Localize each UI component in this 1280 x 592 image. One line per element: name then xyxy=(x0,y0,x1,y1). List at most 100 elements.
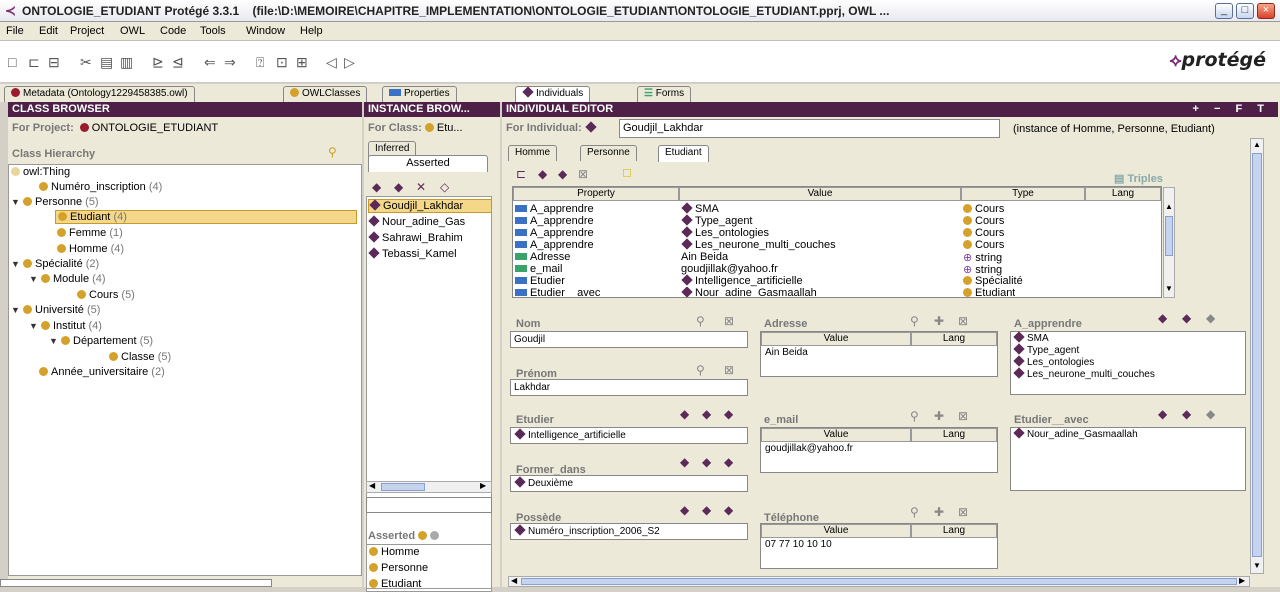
tree-item-selected[interactable]: Etudiant (4) xyxy=(55,210,357,224)
remove-icon[interactable]: ⊠ xyxy=(958,409,968,423)
list-item[interactable]: Nour_adine_Gas xyxy=(368,215,465,228)
tree-item[interactable]: Année_universitaire (2) xyxy=(39,366,165,378)
table-row[interactable]: A_apprendre xyxy=(515,227,594,239)
paste-icon[interactable]: ▥ xyxy=(120,54,133,71)
add-instance-icon[interactable]: ◆ xyxy=(558,167,567,181)
tree-item[interactable]: Cours (5) xyxy=(77,289,135,301)
former-dans-field[interactable]: Deuxième xyxy=(510,475,748,492)
expand-icon[interactable]: ▼ xyxy=(11,259,23,269)
instance-icon[interactable]: ⊞ xyxy=(296,54,308,71)
maximize-button[interactable]: □ xyxy=(1236,3,1254,19)
tree-item[interactable]: ▼ Spécialité (2) xyxy=(11,258,99,270)
tree-item[interactable]: Numéro_inscription (4) xyxy=(39,181,162,193)
type-item[interactable]: Homme xyxy=(369,546,420,558)
remove-instance-icon[interactable]: ◆ xyxy=(724,455,733,469)
copy-icon[interactable]: ▤ xyxy=(100,54,113,71)
tree-item[interactable]: Homme (4) xyxy=(57,243,124,255)
query-icon[interactable]: ⍰ xyxy=(256,54,264,71)
scroll-thumb[interactable] xyxy=(381,483,425,491)
add-type-icon[interactable] xyxy=(418,531,428,540)
expand-icon[interactable]: ▼ xyxy=(29,274,41,284)
create-instance-icon[interactable]: ◆ xyxy=(1158,311,1167,325)
editor-horizontal-scrollbar[interactable]: ◀ ▶ xyxy=(508,576,1250,587)
nom-field[interactable]: Goudjil xyxy=(510,331,748,348)
tree-item[interactable]: ▼ Université (5) xyxy=(11,304,100,316)
table-cell[interactable]: Les_neurone_multi_couches xyxy=(681,238,836,251)
column-header[interactable]: Value xyxy=(761,428,911,442)
editor-header-icons[interactable]: + − F T xyxy=(1193,103,1270,115)
column-header[interactable]: Lang xyxy=(911,428,997,442)
scroll-right-icon[interactable]: ▶ xyxy=(480,481,486,490)
remove-instance-icon[interactable]: ◆ xyxy=(1206,311,1215,325)
menu-file[interactable]: File xyxy=(6,25,24,37)
list-item[interactable]: Sahrawi_Brahim xyxy=(368,231,463,244)
table-row[interactable]: Etudier__avec xyxy=(515,287,600,297)
remove-type-icon[interactable] xyxy=(430,531,440,540)
close-button[interactable]: × xyxy=(1257,3,1275,19)
add-icon[interactable]: ✚ xyxy=(934,314,944,328)
type-item[interactable]: Personne xyxy=(369,562,428,574)
prenom-field[interactable]: Lakhdar xyxy=(510,379,748,396)
table-row[interactable]: A_apprendre xyxy=(515,215,594,227)
instance-search-input[interactable] xyxy=(366,497,492,513)
create-instance-icon[interactable]: ◆ xyxy=(538,167,547,181)
minimize-button[interactable]: _ xyxy=(1215,3,1233,19)
table-cell[interactable]: Les_ontologies xyxy=(681,226,769,239)
menu-tools[interactable]: Tools xyxy=(200,25,226,37)
table-cell[interactable]: goudjillak@yahoo.fr xyxy=(681,263,778,275)
table-cell[interactable]: Nour_adine_Gasmaallah xyxy=(681,287,817,297)
menu-code[interactable]: Code xyxy=(160,25,186,37)
remove-value-icon[interactable]: ⊠ xyxy=(578,167,588,181)
table-cell[interactable]: Ain Beida xyxy=(681,251,728,263)
copy-instance-icon[interactable]: ◆ xyxy=(394,180,403,194)
column-header[interactable]: Lang xyxy=(911,524,997,538)
open-icon[interactable]: ⊏ xyxy=(28,54,40,71)
tab-metadata[interactable]: Metadata (Ontology1229458385.owl) xyxy=(4,86,195,102)
remove-instance-icon[interactable]: ◆ xyxy=(724,503,733,517)
menu-help[interactable]: Help xyxy=(300,25,323,37)
tree-item[interactable]: ▼ Module (4) xyxy=(29,273,106,285)
table-row[interactable]: Adresse xyxy=(515,251,570,263)
triples-scrollbar[interactable]: ▲ ▼ xyxy=(1163,187,1175,298)
table-cell[interactable]: Intelligence_artificielle xyxy=(681,274,803,287)
scroll-thumb[interactable] xyxy=(521,578,1237,585)
create-instance-icon[interactable]: ◆ xyxy=(1158,407,1167,421)
create-instance-icon[interactable]: ◆ xyxy=(680,503,689,517)
note-icon[interactable]: ◻ xyxy=(622,165,632,179)
table-row[interactable]: e_mail xyxy=(515,263,562,275)
cut-icon[interactable]: ✂ xyxy=(80,54,92,71)
redo-icon[interactable]: ⊴ xyxy=(172,54,184,71)
search-icon[interactable]: ⚲ xyxy=(328,145,337,159)
scroll-down-icon[interactable]: ▼ xyxy=(1253,561,1261,570)
tree-item[interactable]: owl:Thing xyxy=(11,166,70,178)
scroll-down-icon[interactable]: ▼ xyxy=(1165,284,1173,293)
list-item-selected[interactable]: Goudjil_Lakhdar xyxy=(368,199,492,213)
remove-icon[interactable]: ⊠ xyxy=(958,505,968,519)
next-icon[interactable]: ▷ xyxy=(344,54,355,71)
list-item[interactable]: Nour_adine_Gasmaallah xyxy=(1013,427,1138,440)
prev-icon[interactable]: ◁ xyxy=(326,54,337,71)
menu-edit[interactable]: Edit xyxy=(39,25,58,37)
tab-owlclasses[interactable]: OWLClasses xyxy=(283,86,368,102)
table-cell[interactable]: Type_agent xyxy=(681,214,753,227)
possede-field[interactable]: Numéro_inscription_2006_S2 xyxy=(510,523,748,540)
tab-individuals[interactable]: Individuals xyxy=(515,86,591,103)
scroll-right-icon[interactable]: ▶ xyxy=(1239,576,1245,585)
list-item[interactable]: Les_ontologies xyxy=(1013,355,1094,368)
create-instance-icon[interactable]: ◆ xyxy=(680,455,689,469)
tree-item[interactable]: Femme (1) xyxy=(57,227,123,239)
menu-project[interactable]: Project xyxy=(70,25,104,37)
edit-instance-icon[interactable]: ◇ xyxy=(440,180,449,194)
column-header[interactable]: Property xyxy=(513,187,679,201)
table-row[interactable]: A_apprendre xyxy=(515,203,594,215)
tab-forms[interactable]: ☰ Forms xyxy=(637,86,692,102)
column-header[interactable]: Lang xyxy=(911,332,997,346)
scroll-up-icon[interactable]: ▲ xyxy=(1165,202,1173,211)
tree-item[interactable]: ▼ Institut (4) xyxy=(29,320,102,332)
add-instance-icon[interactable]: ◆ xyxy=(1182,311,1191,325)
tree-item[interactable]: Classe (5) xyxy=(109,351,171,363)
individual-name-field[interactable]: Goudjil_Lakhdar xyxy=(619,119,1000,138)
class-icon[interactable]: ⊡ xyxy=(276,54,288,71)
column-header[interactable]: Value xyxy=(761,524,911,538)
add-instance-icon[interactable]: ◆ xyxy=(702,455,711,469)
